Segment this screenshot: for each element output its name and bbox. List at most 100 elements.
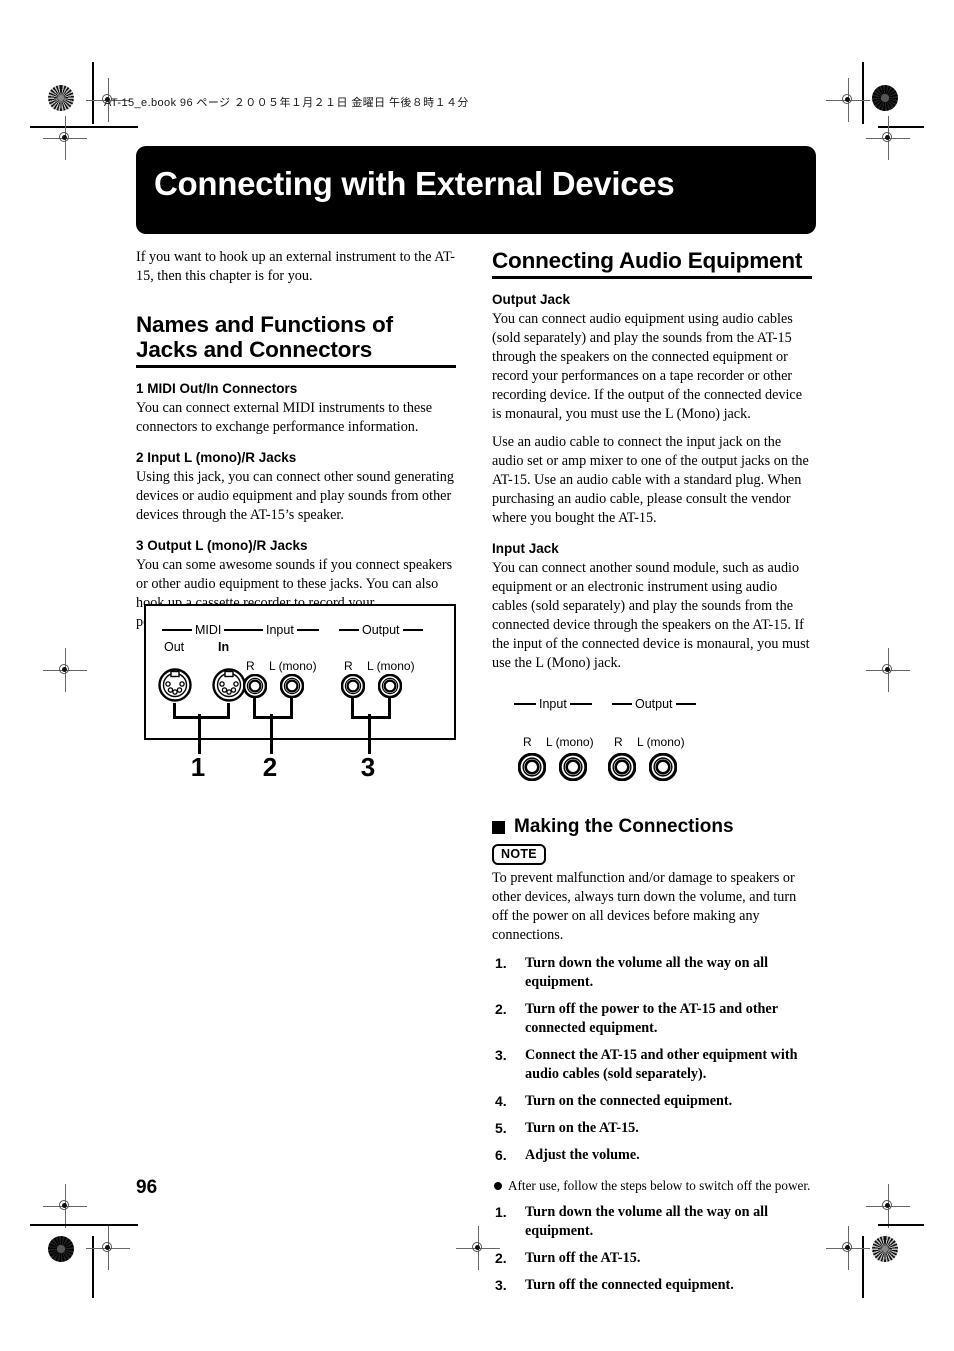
paragraph-input-jack-1: You can connect another sound module, su… bbox=[492, 560, 810, 671]
subheading-input-jack: Input Jack bbox=[492, 541, 559, 556]
registration-target-right-middle bbox=[866, 648, 910, 692]
panel-group-label-output-text: Output bbox=[362, 623, 400, 637]
panel-group-label-input-text: Input bbox=[266, 623, 294, 637]
registration-blob-bottom-right bbox=[872, 1236, 898, 1262]
after-use-note-text: After use, follow the steps below to swi… bbox=[508, 1178, 811, 1193]
registration-target-right-upper bbox=[866, 116, 910, 160]
list-item: 4. Turn on the connected equipment. bbox=[492, 1092, 812, 1111]
section-title-connecting-audio: Connecting Audio Equipment bbox=[492, 248, 812, 279]
after-use-note: After use, follow the steps below to swi… bbox=[494, 1177, 812, 1195]
section-title-names-functions: Names and Functions of Jacks and Connect… bbox=[136, 312, 456, 368]
crop-mark-bottom-left-horizontal bbox=[30, 1224, 138, 1226]
crop-mark-tl-vertical bbox=[92, 62, 94, 124]
mini-group-label-input: Input bbox=[514, 697, 592, 711]
registration-blob-bottom-left bbox=[48, 1236, 74, 1262]
page-number: 96 bbox=[136, 1177, 158, 1198]
steps-power-off-list: 1. Turn down the volume all the way on a… bbox=[492, 1203, 812, 1295]
mini-input-r-jack-icon bbox=[517, 752, 547, 782]
leader-bracket-input bbox=[253, 716, 293, 719]
callout-stem-3 bbox=[368, 714, 371, 754]
audio-jack-mini-diagram: Input Output R L (mono) R L (mono) bbox=[492, 691, 812, 796]
panel-label-output-r: R bbox=[344, 659, 353, 673]
crop-mark-tr-vertical bbox=[862, 62, 864, 124]
subheading-output-jacks: 3 Output L (mono)/R Jacks bbox=[136, 538, 308, 553]
chapter-banner: Connecting with External Devices bbox=[136, 146, 816, 234]
note-text: To prevent malfunction and/or damage to … bbox=[492, 870, 797, 943]
crop-mark-br-vertical bbox=[862, 1236, 864, 1298]
mini-group-label-output: Output bbox=[612, 697, 696, 711]
panel-label-input-r: R bbox=[246, 659, 255, 673]
step-text: Turn down the volume all the way on all … bbox=[525, 955, 769, 990]
step-text: Turn on the AT-15. bbox=[525, 1120, 639, 1136]
step-text: Turn off the AT-15. bbox=[525, 1250, 641, 1266]
step-number: 4. bbox=[495, 1093, 507, 1109]
step-number: 2. bbox=[495, 1250, 507, 1266]
step-text: Turn on the connected equipment. bbox=[525, 1093, 733, 1109]
panel-label-output-l: L (mono) bbox=[367, 659, 415, 673]
registration-target-bottom-right bbox=[826, 1226, 870, 1270]
paragraph-midi-connectors: You can connect external MIDI instrument… bbox=[136, 400, 433, 435]
crop-mark-bottom-right-horizontal bbox=[878, 1224, 924, 1226]
subheading-output-jack: Output Jack bbox=[492, 292, 571, 307]
step-text: Adjust the volume. bbox=[525, 1147, 640, 1163]
mini-label-output-l: L (mono) bbox=[637, 735, 685, 749]
intro-paragraph: If you want to hook up an external instr… bbox=[136, 249, 456, 284]
panel-group-label-output: Output bbox=[339, 623, 423, 637]
list-item: 5. Turn on the AT-15. bbox=[492, 1119, 812, 1138]
step-number: 2. bbox=[495, 1001, 507, 1017]
callout-number-3: 3 bbox=[360, 752, 376, 782]
list-item: 6. Adjust the volume. bbox=[492, 1146, 812, 1165]
rear-panel-diagram: MIDI Out In Input Output R L (mono) R L … bbox=[144, 604, 456, 782]
registration-target-left-lower bbox=[43, 1184, 87, 1228]
step-number: 1. bbox=[495, 955, 507, 971]
list-item: 3. Connect the AT-15 and other equipment… bbox=[492, 1046, 812, 1084]
step-text: Turn down the volume all the way on all … bbox=[525, 1204, 769, 1239]
mini-label-input-r: R bbox=[523, 735, 532, 749]
subheading-input-jacks: 2 Input L (mono)/R Jacks bbox=[136, 450, 297, 465]
registration-target-left-middle bbox=[43, 648, 87, 692]
list-item: 2. Turn off the power to the AT-15 and o… bbox=[492, 1000, 812, 1038]
registration-target-bottom-center bbox=[456, 1226, 500, 1270]
list-item: 2. Turn off the AT-15. bbox=[492, 1249, 812, 1268]
steps-power-on-list: 1. Turn down the volume all the way on a… bbox=[492, 954, 812, 1165]
step-number: 5. bbox=[495, 1120, 507, 1136]
panel-label-midi-in: In bbox=[218, 640, 230, 654]
step-text: Turn off the connected equipment. bbox=[525, 1277, 734, 1293]
subheading-making-connections-text: Making the Connections bbox=[514, 816, 734, 837]
paragraph-input-jacks: Using this jack, you can connect other s… bbox=[136, 469, 454, 523]
registration-target-right-lower bbox=[866, 1184, 910, 1228]
step-number: 6. bbox=[495, 1147, 507, 1163]
step-number: 3. bbox=[495, 1047, 507, 1063]
step-text: Turn off the power to the AT-15 and othe… bbox=[525, 1001, 778, 1036]
mini-output-r-jack-icon bbox=[607, 752, 637, 782]
step-number: 1. bbox=[495, 1204, 507, 1220]
panel-group-label-input: Input bbox=[241, 623, 319, 637]
list-item: 3. Turn off the connected equipment. bbox=[492, 1276, 812, 1295]
registration-blob-top-right bbox=[872, 85, 898, 111]
paragraph-output-jack-1: You can connect audio equipment using au… bbox=[492, 311, 803, 422]
left-column: If you want to hook up an external instr… bbox=[136, 248, 456, 641]
panel-outline: MIDI Out In Input Output R L (mono) R L … bbox=[144, 604, 456, 740]
registration-target-left-upper bbox=[43, 116, 87, 160]
paragraph-output-jack-2: Use an audio cable to connect the input … bbox=[492, 434, 809, 526]
input-r-jack-icon bbox=[242, 673, 268, 699]
mini-input-l-mono-jack-icon bbox=[558, 752, 588, 782]
page-title: Connecting with External Devices bbox=[154, 165, 675, 202]
panel-label-midi-out: Out bbox=[164, 640, 185, 654]
mini-label-input-l: L (mono) bbox=[546, 735, 594, 749]
crop-mark-left-horizontal bbox=[30, 126, 138, 128]
output-r-jack-icon bbox=[340, 673, 366, 699]
crop-mark-bl-vertical bbox=[92, 1236, 94, 1298]
output-l-mono-jack-icon bbox=[377, 673, 403, 699]
file-header-line: AT-15_e.book 96 ページ ２００５年１月２１日 金曜日 午後８時１… bbox=[104, 97, 469, 109]
list-item: 1. Turn down the volume all the way on a… bbox=[492, 1203, 812, 1241]
right-column: Connecting Audio Equipment Output Jack Y… bbox=[492, 248, 812, 1303]
callout-stem-2 bbox=[270, 714, 273, 754]
leader-bracket-output bbox=[351, 716, 391, 719]
callout-number-2: 2 bbox=[262, 752, 278, 782]
registration-target-bottom-left bbox=[86, 1226, 130, 1270]
step-text: Connect the AT-15 and other equipment wi… bbox=[525, 1047, 798, 1082]
callout-stem-1 bbox=[198, 714, 201, 754]
registration-target-top-right bbox=[826, 78, 870, 122]
panel-label-input-l: L (mono) bbox=[269, 659, 317, 673]
